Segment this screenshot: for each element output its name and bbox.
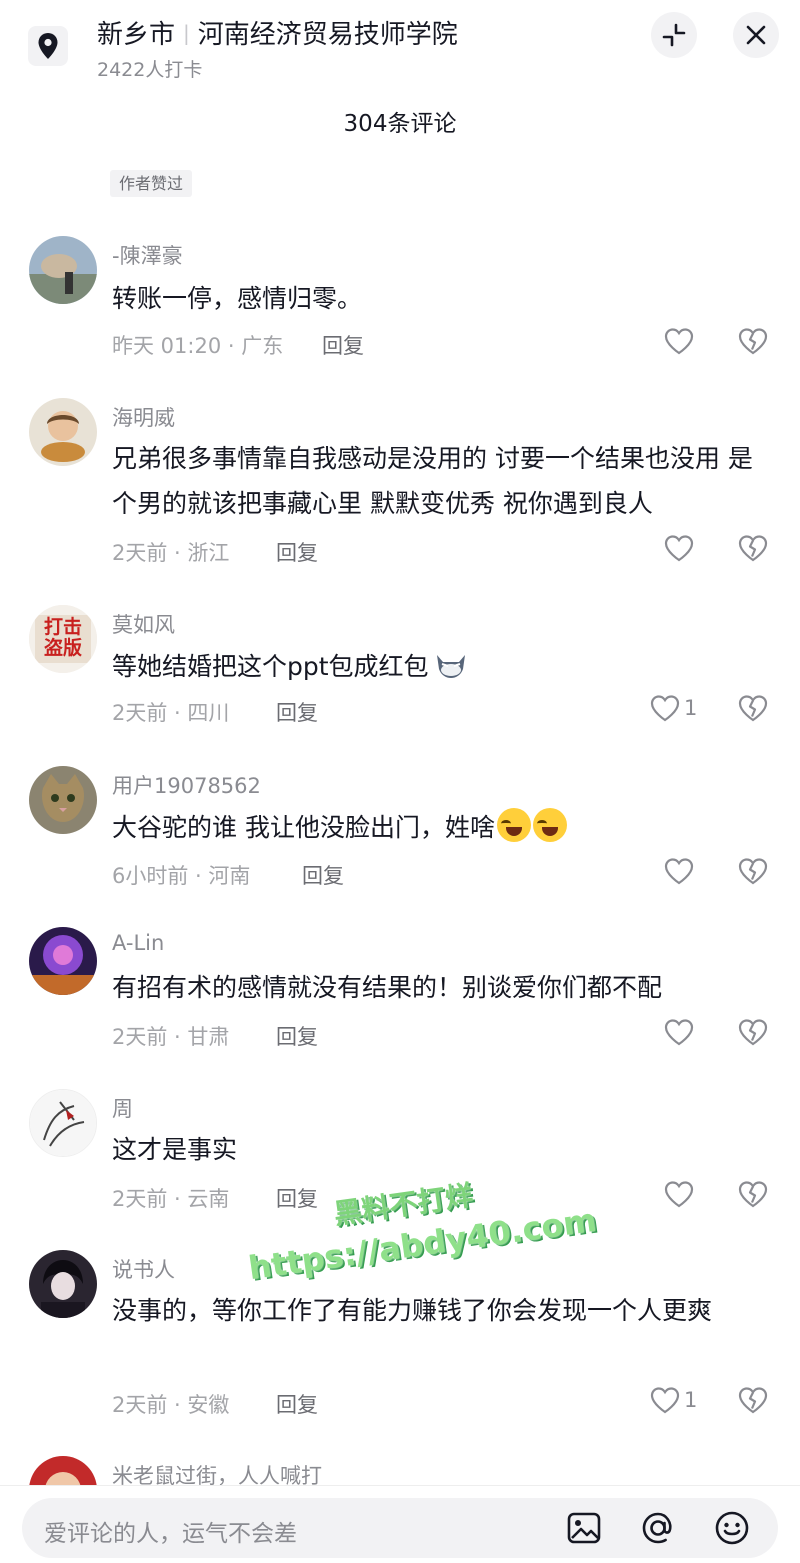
comment-meta: 2天前 · 甘肃 bbox=[112, 1025, 230, 1049]
reply-button[interactable]: 回复 bbox=[276, 1021, 318, 1051]
like-count: 1 bbox=[684, 696, 698, 720]
avatar[interactable]: 打击 盗版 bbox=[29, 605, 97, 673]
comment-meta: 6小时前 · 河南 bbox=[112, 864, 251, 888]
comment-text-body: 大谷驼的谁 我让他没脸出门，姓啥 bbox=[112, 813, 495, 842]
reply-button[interactable]: 回复 bbox=[276, 537, 318, 567]
place-name: 河南经济贸易技师学院 bbox=[197, 20, 458, 50]
dislike-button[interactable] bbox=[737, 694, 769, 726]
comment-meta: 2天前 · 四川 bbox=[112, 701, 230, 725]
heart-icon bbox=[664, 858, 694, 885]
title-divider: | bbox=[183, 21, 190, 45]
avatar-badge-text: 盗版 bbox=[43, 637, 82, 659]
dislike-button[interactable] bbox=[737, 1386, 769, 1418]
reply-button[interactable]: 回复 bbox=[322, 330, 364, 360]
like-button[interactable] bbox=[664, 857, 698, 885]
username[interactable]: 莫如风 bbox=[112, 609, 175, 639]
comment-text-body: 等她结婚把这个ppt包成红包 bbox=[112, 652, 429, 681]
avatar[interactable] bbox=[29, 1089, 97, 1157]
comment-text: 这才是事实 bbox=[112, 1135, 238, 1164]
reply-button[interactable]: 回复 bbox=[276, 1389, 318, 1419]
cat-emoji-icon bbox=[436, 655, 465, 678]
comment-input[interactable]: 爱评论的人，运气不会差 bbox=[22, 1498, 778, 1558]
collapse-button[interactable] bbox=[651, 12, 697, 58]
comment-text: 兄弟很多事情靠自我感动是没用的 讨要一个结果也没用 是个男的就该把事藏心里 默默… bbox=[112, 444, 753, 518]
image-button[interactable] bbox=[566, 1510, 602, 1546]
broken-heart-icon bbox=[738, 328, 768, 355]
comment-count: 304条评论 bbox=[343, 111, 457, 137]
username[interactable]: 用户19078562 bbox=[112, 770, 261, 800]
location-title[interactable]: 新乡市 | 河南经济贸易技师学院 bbox=[97, 14, 458, 51]
comment-meta: 2天前 · 浙江 bbox=[112, 541, 230, 565]
dislike-button[interactable] bbox=[737, 1180, 769, 1212]
avatar[interactable] bbox=[29, 766, 97, 834]
close-button[interactable] bbox=[733, 12, 779, 58]
comment-item: 米老鼠过街，人人喊打 bbox=[0, 1456, 800, 1485]
location-pin-icon bbox=[28, 26, 68, 66]
close-icon bbox=[746, 25, 766, 45]
comment-text: 大谷驼的谁 我让他没脸出门，姓啥 bbox=[112, 805, 772, 850]
avatar[interactable] bbox=[29, 927, 97, 995]
location-header: 新乡市 | 河南经济贸易技师学院 2422人打卡 304条评论 bbox=[0, 0, 800, 160]
comment-meta: 昨天 01:20 · 广东 bbox=[112, 334, 284, 358]
avatar[interactable] bbox=[29, 398, 97, 466]
comment-text: 没事的，等你工作了有能力赚钱了你会发现一个人更爽 bbox=[112, 1296, 713, 1325]
username[interactable]: 周 bbox=[112, 1093, 133, 1123]
broken-heart-icon bbox=[738, 858, 768, 885]
crying-laughing-emoji-icon bbox=[496, 808, 531, 842]
username[interactable]: 海明威 bbox=[112, 402, 175, 432]
city-name: 新乡市 bbox=[97, 20, 176, 50]
like-button[interactable]: 1 bbox=[650, 1386, 697, 1414]
broken-heart-icon bbox=[738, 1019, 768, 1046]
heart-icon bbox=[650, 695, 680, 722]
like-count: 1 bbox=[684, 1388, 698, 1412]
comment-text: 转账一停，感情归零。 bbox=[112, 284, 363, 313]
comment-text: 有招有术的感情就没有结果的！别谈爱你们都不配 bbox=[112, 973, 663, 1002]
heart-icon bbox=[650, 1387, 680, 1414]
like-button[interactable]: 1 bbox=[650, 694, 697, 722]
emoji-button[interactable] bbox=[714, 1510, 750, 1546]
username[interactable]: 说书人 bbox=[112, 1254, 175, 1284]
reply-button[interactable]: 回复 bbox=[276, 697, 318, 727]
dislike-button[interactable] bbox=[737, 534, 769, 566]
avatar[interactable] bbox=[29, 236, 97, 304]
heart-icon bbox=[664, 328, 694, 355]
username[interactable]: -陳澤豪 bbox=[112, 240, 183, 270]
author-liked-badge: 作者赞过 bbox=[110, 170, 193, 197]
image-icon bbox=[567, 1512, 601, 1544]
comment-meta: 2天前 · 安徽 bbox=[112, 1393, 230, 1417]
like-button[interactable] bbox=[664, 1018, 698, 1046]
comment-input-placeholder: 爱评论的人，运气不会差 bbox=[44, 1521, 297, 1547]
dislike-button[interactable] bbox=[737, 1018, 769, 1050]
broken-heart-icon bbox=[738, 695, 768, 722]
checkin-count: 2422人打卡 bbox=[97, 59, 203, 81]
reply-button[interactable]: 回复 bbox=[302, 860, 344, 890]
at-icon bbox=[642, 1512, 672, 1544]
comment-meta: 2天前 · 云南 bbox=[112, 1187, 230, 1211]
collapse-icon bbox=[662, 23, 686, 47]
watermark: 黑料不打烊 https://abdy40.com bbox=[240, 1159, 599, 1288]
like-button[interactable] bbox=[664, 1180, 698, 1208]
username[interactable]: 米老鼠过街，人人喊打 bbox=[112, 1460, 322, 1485]
broken-heart-icon bbox=[738, 1387, 768, 1414]
broken-heart-icon bbox=[738, 1181, 768, 1208]
avatar[interactable] bbox=[29, 1456, 97, 1485]
like-button[interactable] bbox=[664, 327, 698, 355]
heart-icon bbox=[664, 1181, 694, 1208]
mention-button[interactable] bbox=[640, 1510, 676, 1546]
avatar[interactable] bbox=[29, 1250, 97, 1318]
like-button[interactable] bbox=[664, 534, 698, 562]
heart-icon bbox=[664, 1019, 694, 1046]
heart-icon bbox=[664, 535, 694, 562]
dislike-button[interactable] bbox=[737, 857, 769, 889]
dislike-button[interactable] bbox=[737, 327, 769, 359]
comment-text: 等她结婚把这个ppt包成红包 bbox=[112, 644, 772, 689]
avatar-badge-text: 打击 bbox=[43, 616, 82, 638]
emoji-icon bbox=[715, 1511, 749, 1545]
username[interactable]: A-Lin bbox=[112, 931, 164, 955]
broken-heart-icon bbox=[738, 535, 768, 562]
comment-input-bar: 爱评论的人，运气不会差 bbox=[0, 1485, 800, 1563]
crying-laughing-emoji-icon bbox=[532, 808, 567, 842]
